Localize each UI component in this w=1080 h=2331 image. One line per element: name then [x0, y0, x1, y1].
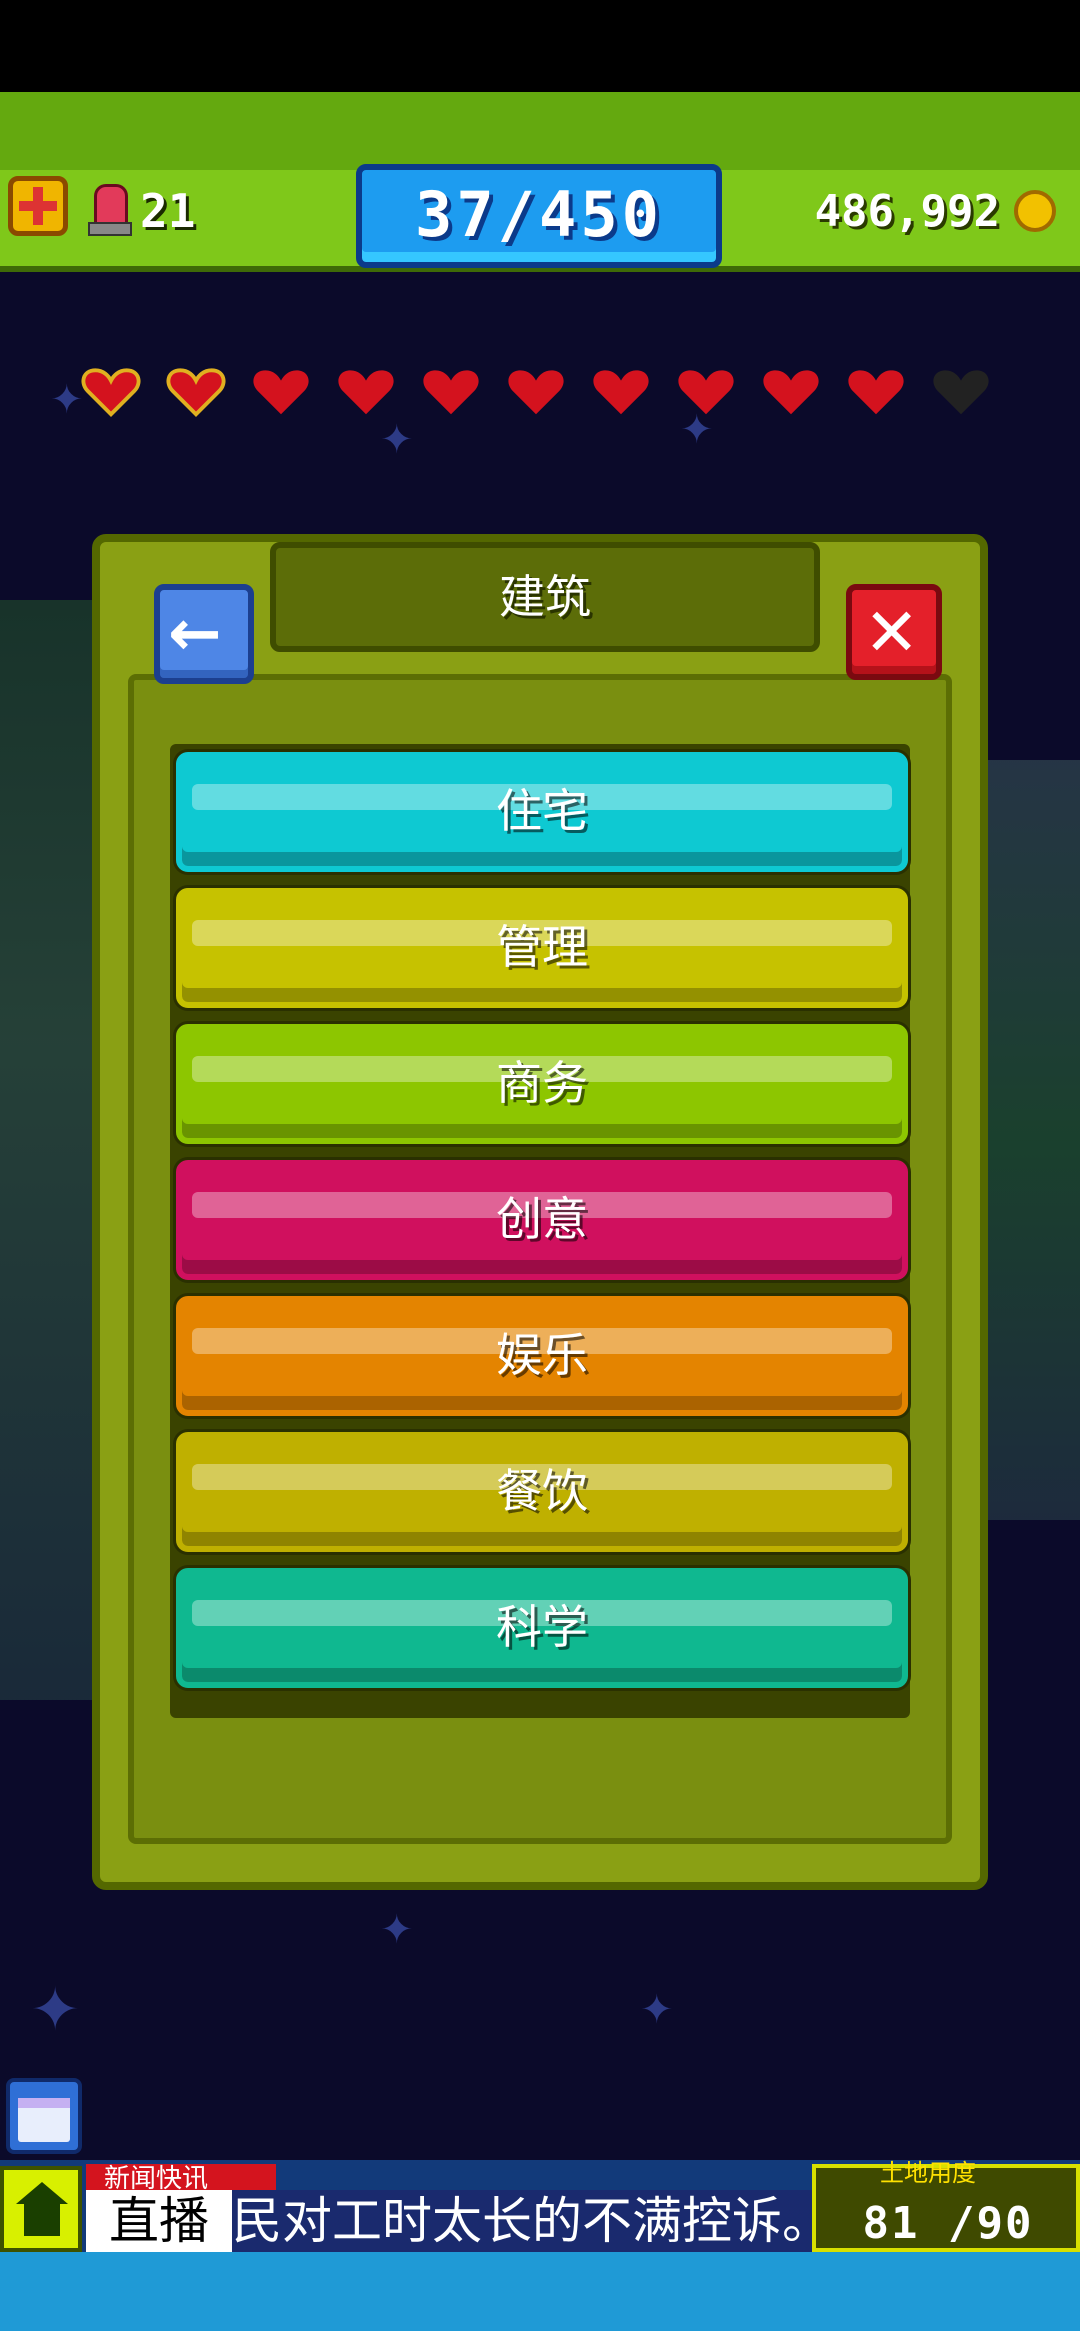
- heart-icon: [165, 360, 227, 422]
- money-value: 486,992: [814, 186, 1000, 237]
- category-button-creative[interactable]: 创意: [176, 1160, 908, 1280]
- land-usage-label: 土地用度: [880, 2159, 976, 2187]
- category-button-entertainment[interactable]: 娱乐: [176, 1296, 908, 1416]
- heart-icon: [505, 360, 567, 422]
- heart-icon: [420, 360, 482, 422]
- heart-icon: [590, 360, 652, 422]
- heart-icon: [80, 360, 142, 422]
- category-button-dining[interactable]: 餐饮: [176, 1432, 908, 1552]
- heart-icon: [760, 360, 822, 422]
- heart-icon: [675, 360, 737, 422]
- alarm-count: 21: [140, 184, 196, 238]
- star-decoration: ✦: [50, 377, 84, 423]
- category-button-business[interactable]: 商务: [176, 1024, 908, 1144]
- population-counter[interactable]: 37/450: [356, 164, 722, 268]
- home-button[interactable]: [0, 2166, 82, 2252]
- alarm-icon[interactable]: [88, 182, 132, 236]
- happiness-hearts: [80, 360, 1020, 430]
- category-button-science[interactable]: 科学: [176, 1568, 908, 1688]
- heart-icon: [845, 360, 907, 422]
- heart-icon: [930, 360, 992, 422]
- star-decoration: ✦: [380, 1907, 414, 1953]
- heart-icon: [250, 360, 312, 422]
- news-ticker[interactable]: 民对工时太长的不满控诉。: [232, 2190, 812, 2252]
- calendar-icon[interactable]: [6, 2078, 82, 2154]
- city-background-right: [988, 760, 1080, 1520]
- star-decoration: ✦: [30, 1975, 81, 2045]
- bottom-strip: [0, 2252, 1080, 2331]
- coin-icon: [1014, 190, 1056, 232]
- star-decoration: ✦: [640, 1987, 674, 2033]
- back-button[interactable]: ←: [154, 584, 254, 684]
- category-button-management[interactable]: 管理: [176, 888, 908, 1008]
- status-bar: [0, 0, 1080, 92]
- heart-icon: [335, 360, 397, 422]
- category-button-residential[interactable]: 住宅: [176, 752, 908, 872]
- close-icon: ✕: [864, 594, 920, 671]
- land-usage-count: 81 /90: [862, 2198, 1034, 2249]
- live-tag: 直播: [86, 2190, 232, 2252]
- dialog-title: 建筑: [499, 570, 591, 624]
- population-value: 37/450: [415, 178, 663, 251]
- add-icon[interactable]: [8, 176, 68, 236]
- city-background-left: [0, 600, 92, 1700]
- close-button[interactable]: ✕: [846, 584, 942, 680]
- back-arrow-icon: ←: [168, 597, 222, 671]
